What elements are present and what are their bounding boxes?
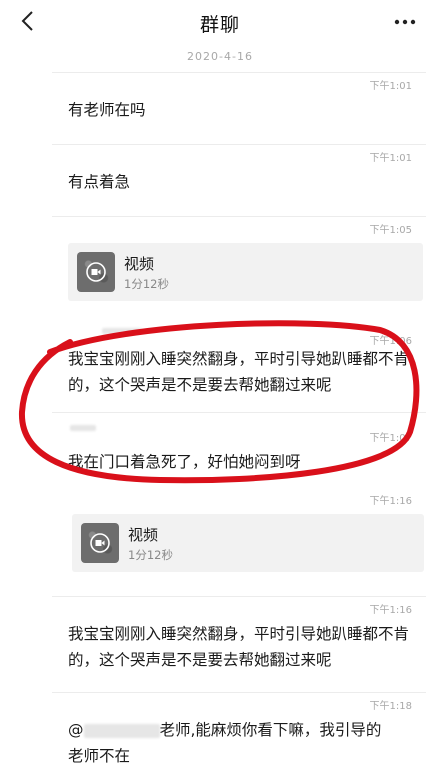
message-item: 下午1:05 视频 1分12秒 bbox=[52, 216, 426, 307]
message-time: 下午1:16 bbox=[369, 496, 412, 507]
video-title: 视频 bbox=[128, 526, 159, 544]
message-text-part2: 老师不在 bbox=[68, 747, 131, 765]
message-item: 下午1:01 有点着急 bbox=[52, 144, 426, 215]
message-time: 下午1:05 bbox=[369, 225, 412, 236]
video-thumbnail bbox=[81, 523, 119, 563]
sender-name-blurred bbox=[102, 328, 142, 334]
message-item: 下午1:06 我宝宝刚刚入睡突然翻身，平时引导她趴睡都不肯的，这个哭声是不是要去… bbox=[52, 328, 426, 408]
more-button[interactable] bbox=[392, 12, 418, 32]
message-time: 下午1:18 bbox=[369, 701, 412, 712]
video-camera-icon bbox=[90, 533, 110, 553]
message-item: 下午1:07 我在门口着急死了，好怕她闷到呀 bbox=[52, 412, 426, 483]
sender-name-blurred bbox=[70, 425, 96, 431]
message-item: 下午1:16 我宝宝刚刚入睡突然翻身，平时引导她趴睡都不肯的，这个哭声是不是要去… bbox=[52, 596, 426, 687]
video-camera-icon bbox=[86, 262, 106, 282]
message-text-part1: 老师,能麻烦你看下嘛，我引导的 bbox=[159, 721, 382, 739]
chat-title: 群聊 bbox=[199, 14, 240, 36]
video-thumbnail bbox=[77, 252, 115, 292]
more-dots-icon bbox=[394, 19, 416, 25]
mention-name-blurred bbox=[83, 723, 160, 738]
message-item: 下午1:18 @ 老师,能麻烦你看下嘛，我引导的 老师不在 bbox=[52, 692, 426, 770]
video-message-card[interactable]: 视频 1分12秒 bbox=[68, 243, 423, 301]
message-item: 下午1:16 视频 1分12秒 bbox=[52, 488, 426, 592]
message-time: 下午1:01 bbox=[369, 153, 412, 164]
message-text[interactable]: 我在门口着急死了，好怕她闷到呀 bbox=[68, 449, 416, 475]
chat-header: 群聊 bbox=[0, 0, 440, 44]
mention-prefix: @ bbox=[68, 721, 84, 739]
message-text[interactable]: @ 老师,能麻烦你看下嘛，我引导的 老师不在 bbox=[68, 717, 430, 769]
message-time: 下午1:16 bbox=[369, 605, 412, 616]
message-time: 下午1:01 bbox=[369, 81, 412, 92]
video-message-card[interactable]: 视频 1分12秒 bbox=[72, 514, 424, 572]
message-item: 下午1:01 有老师在吗 bbox=[52, 72, 426, 143]
message-text[interactable]: 有点着急 bbox=[68, 169, 416, 195]
message-text[interactable]: 我宝宝刚刚入睡突然翻身，平时引导她趴睡都不肯的，这个哭声是不是要去帮她翻过来呢 bbox=[68, 621, 430, 673]
message-text[interactable]: 我宝宝刚刚入睡突然翻身，平时引导她趴睡都不肯的，这个哭声是不是要去帮她翻过来呢 bbox=[68, 346, 430, 398]
message-text[interactable]: 有老师在吗 bbox=[68, 97, 416, 123]
video-duration: 1分12秒 bbox=[128, 548, 173, 562]
message-time: 下午1:06 bbox=[369, 336, 412, 347]
message-time: 下午1:07 bbox=[369, 433, 412, 444]
video-duration: 1分12秒 bbox=[124, 277, 169, 291]
video-title: 视频 bbox=[124, 255, 155, 273]
date-divider: 2020-4-16 bbox=[187, 50, 253, 63]
